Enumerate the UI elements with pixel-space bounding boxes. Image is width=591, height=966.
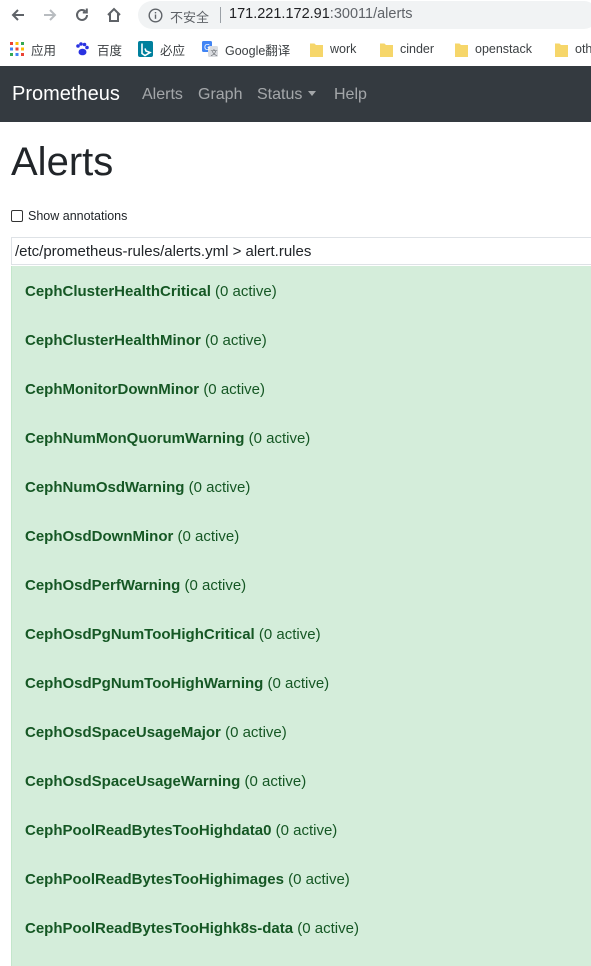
folder-icon bbox=[380, 42, 393, 57]
folder-icon bbox=[455, 42, 468, 57]
arrow-right-icon bbox=[44, 9, 57, 21]
brand-link[interactable]: Prometheus bbox=[12, 83, 120, 106]
arrow-left-icon bbox=[11, 9, 24, 21]
alert-rule-status: (0 active) bbox=[297, 920, 359, 937]
bookmark-folder-openstack[interactable]: openstack bbox=[455, 39, 532, 59]
alert-rule-status: (0 active) bbox=[248, 430, 311, 447]
folder-icon bbox=[310, 42, 323, 57]
alert-rule-name: CephClusterHealthCritical bbox=[25, 283, 211, 300]
alert-rule-status: (0 active) bbox=[184, 577, 247, 594]
bookmark-label: 应用 bbox=[31, 43, 57, 58]
bookmark-apps[interactable]: 应用 bbox=[10, 39, 56, 59]
show-annotations-label: Show annotations bbox=[28, 209, 128, 223]
bing-icon bbox=[138, 41, 153, 57]
alert-rule-status: (0 active) bbox=[188, 479, 251, 496]
baidu-paw-icon bbox=[74, 41, 90, 57]
alert-rule-status: (0 active) bbox=[203, 381, 265, 398]
alert-rule-row[interactable]: CephPoolReadBytesTooHighk8s-data (0 acti… bbox=[25, 920, 359, 942]
forward-button[interactable] bbox=[38, 4, 62, 26]
bookmark-label: Google翻译 bbox=[225, 43, 291, 58]
alert-rule-row[interactable]: CephPoolReadBytesTooHighdata0 (0 active) bbox=[25, 822, 337, 844]
alert-rule-status: (0 active) bbox=[205, 332, 267, 349]
info-icon[interactable] bbox=[148, 8, 163, 28]
alert-rule-row[interactable]: CephNumMonQuorumWarning (0 active) bbox=[25, 430, 310, 452]
alert-rule-row[interactable]: CephPoolReadBytesTooHighimages (0 active… bbox=[25, 871, 350, 893]
apps-grid-icon bbox=[10, 42, 24, 56]
url-text[interactable]: 171.221.172.91:30011/alerts bbox=[229, 6, 413, 22]
insecure-label: 不安全 bbox=[170, 10, 210, 25]
bookmark-bing[interactable]: 必应 bbox=[138, 39, 185, 59]
alert-rule-name: CephOsdPerfWarning bbox=[25, 577, 181, 594]
alert-rule-row[interactable]: CephClusterHealthMinor (0 active) bbox=[25, 332, 267, 354]
address-bar[interactable]: 不安全 171.221.172.91:30011/alerts bbox=[138, 1, 591, 29]
alert-rule-row[interactable]: CephClusterHealthCritical (0 active) bbox=[25, 283, 277, 305]
bookmark-label: oth bbox=[575, 42, 591, 56]
nav-help[interactable]: Help bbox=[334, 86, 367, 104]
alert-rule-status: (0 active) bbox=[225, 724, 287, 741]
google-translate-icon: G文 bbox=[202, 41, 218, 57]
prometheus-navbar: Prometheus Alerts Graph Status Help bbox=[0, 66, 591, 122]
alert-rule-name: CephOsdDownMinor bbox=[25, 528, 174, 545]
alert-rule-name: CephMonitorDownMinor bbox=[25, 381, 200, 398]
alert-rule-row[interactable]: CephOsdPerfWarning (0 active) bbox=[25, 577, 246, 599]
alert-rule-row[interactable]: CephOsdDownMinor (0 active) bbox=[25, 528, 239, 550]
reload-icon bbox=[76, 8, 88, 21]
alert-rule-row[interactable]: CephMonitorDownMinor (0 active) bbox=[25, 381, 265, 403]
caret-down-icon bbox=[308, 91, 317, 96]
svg-text:文: 文 bbox=[211, 48, 218, 57]
alert-rule-row[interactable]: CephOsdSpaceUsageMajor (0 active) bbox=[25, 724, 287, 746]
nav-graph[interactable]: Graph bbox=[198, 86, 242, 104]
alert-rule-name: CephPoolReadBytesTooHighk8s-data bbox=[25, 920, 294, 937]
alert-rule-row[interactable]: CephNumOsdWarning (0 active) bbox=[25, 479, 250, 501]
alert-rule-status: (0 active) bbox=[244, 773, 307, 790]
alert-rule-status: (0 active) bbox=[275, 822, 338, 839]
page-title: Alerts bbox=[11, 140, 114, 184]
url-host: 171.221.172.91 bbox=[229, 6, 330, 22]
home-button[interactable] bbox=[102, 4, 126, 26]
alert-rule-status: (0 active) bbox=[267, 675, 330, 692]
bookmark-google-translate[interactable]: G文 Google翻译 bbox=[202, 39, 290, 59]
bookmark-label: 百度 bbox=[97, 43, 123, 58]
alert-rule-row[interactable]: CephOsdPgNumTooHighWarning (0 active) bbox=[25, 675, 329, 697]
url-path: :30011/alerts bbox=[329, 6, 413, 22]
alert-rule-status: (0 active) bbox=[288, 871, 350, 888]
alert-rules-list: CephClusterHealthCritical (0 active) Cep… bbox=[11, 266, 591, 966]
alert-rule-status: (0 active) bbox=[258, 626, 321, 643]
bookmarks-bar: 应用 百度 必应 G文 Google翻译 work cinder opensta… bbox=[0, 31, 591, 66]
nav-status-label: Status bbox=[257, 86, 303, 103]
alert-rule-status: (0 active) bbox=[177, 528, 240, 545]
bookmark-label: 必应 bbox=[160, 43, 186, 58]
alert-rule-name: CephOsdSpaceUsageWarning bbox=[25, 773, 241, 790]
alert-rule-row[interactable]: CephOsdSpaceUsageWarning (0 active) bbox=[25, 773, 306, 795]
show-annotations-toggle[interactable]: Show annotations bbox=[11, 207, 127, 225]
nav-alerts[interactable]: Alerts bbox=[142, 86, 183, 104]
back-button[interactable] bbox=[6, 4, 30, 26]
alert-rule-name: CephNumOsdWarning bbox=[25, 479, 185, 496]
alert-rule-status: (0 active) bbox=[215, 283, 277, 300]
alert-rule-name: CephOsdPgNumTooHighCritical bbox=[25, 626, 255, 643]
bookmark-label: openstack bbox=[475, 42, 532, 56]
alert-rule-name: CephOsdPgNumTooHighWarning bbox=[25, 675, 264, 692]
rule-group-header: /etc/prometheus-rules/alerts.yml > alert… bbox=[11, 237, 591, 265]
bookmark-label: work bbox=[330, 42, 357, 56]
bookmark-folder-cinder[interactable]: cinder bbox=[380, 39, 434, 59]
bookmark-label: cinder bbox=[400, 42, 435, 56]
alert-rule-name: CephNumMonQuorumWarning bbox=[25, 430, 245, 447]
address-separator bbox=[220, 7, 221, 23]
show-annotations-checkbox[interactable] bbox=[11, 210, 23, 222]
folder-icon bbox=[555, 42, 568, 57]
alert-rule-row[interactable]: CephOsdPgNumTooHighCritical (0 active) bbox=[25, 626, 321, 648]
nav-status-dropdown[interactable]: Status bbox=[257, 86, 317, 104]
alert-rule-name: CephOsdSpaceUsageMajor bbox=[25, 724, 221, 741]
browser-toolbar: 不安全 171.221.172.91:30011/alerts bbox=[0, 0, 591, 31]
bookmark-folder-work[interactable]: work bbox=[310, 39, 356, 59]
svg-text:G: G bbox=[204, 43, 210, 52]
bookmark-baidu[interactable]: 百度 bbox=[74, 39, 122, 59]
alert-rule-name: CephClusterHealthMinor bbox=[25, 332, 201, 349]
reload-button[interactable] bbox=[70, 4, 94, 26]
alert-rule-name: CephPoolReadBytesTooHighdata0 bbox=[25, 822, 272, 839]
bookmark-folder-other[interactable]: oth bbox=[555, 39, 591, 59]
alert-rule-name: CephPoolReadBytesTooHighimages bbox=[25, 871, 284, 888]
home-icon bbox=[107, 7, 121, 22]
